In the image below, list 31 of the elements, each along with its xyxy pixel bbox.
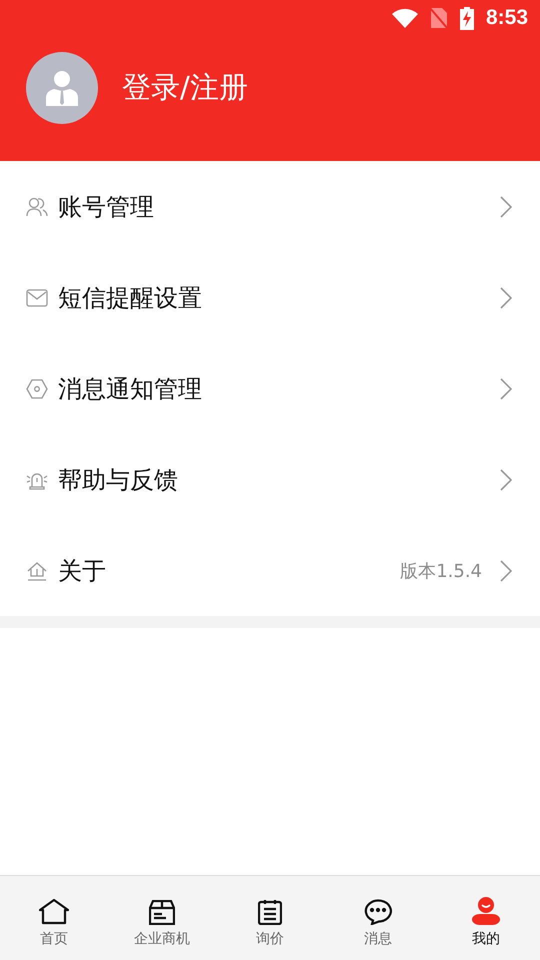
person-icon bbox=[472, 897, 500, 925]
menu-item[interactable]: 账号管理 bbox=[0, 161, 540, 252]
mail-icon bbox=[26, 288, 48, 306]
box-icon bbox=[149, 900, 175, 925]
clipboard-icon bbox=[258, 899, 282, 925]
tab[interactable]: 企业商机 bbox=[108, 876, 216, 960]
battery-icon bbox=[460, 6, 474, 30]
wifi-icon bbox=[392, 8, 418, 28]
menu-item[interactable]: 消息通知管理 bbox=[0, 343, 540, 434]
chevron-icon bbox=[500, 378, 512, 400]
people-icon bbox=[26, 196, 48, 216]
chevron-icon bbox=[500, 196, 512, 218]
home-icon bbox=[39, 899, 69, 925]
house-icon bbox=[26, 560, 48, 580]
chevron-icon bbox=[500, 468, 512, 490]
chevron-icon bbox=[500, 560, 512, 582]
tab[interactable]: 首页 bbox=[0, 876, 108, 960]
person-icon bbox=[44, 70, 80, 106]
tab[interactable]: 询价 bbox=[216, 876, 324, 960]
version-label: 版本1.5.4 bbox=[400, 560, 482, 582]
login-link[interactable]: 登录/注册 bbox=[122, 68, 248, 108]
tab[interactable]: 我的 bbox=[432, 876, 540, 960]
no-sim-icon bbox=[430, 7, 448, 29]
status-time: 8:53 bbox=[486, 6, 528, 30]
menu-item[interactable]: 帮助与反馈 bbox=[0, 434, 540, 525]
chevron-icon bbox=[500, 286, 512, 308]
menu-item[interactable]: 短信提醒设置 bbox=[0, 252, 540, 343]
hexagon-icon bbox=[26, 378, 48, 398]
menu-item[interactable]: 关于 版本1.5.4 bbox=[0, 525, 540, 616]
tab[interactable]: 消息 bbox=[324, 876, 432, 960]
chat-icon bbox=[364, 898, 392, 925]
